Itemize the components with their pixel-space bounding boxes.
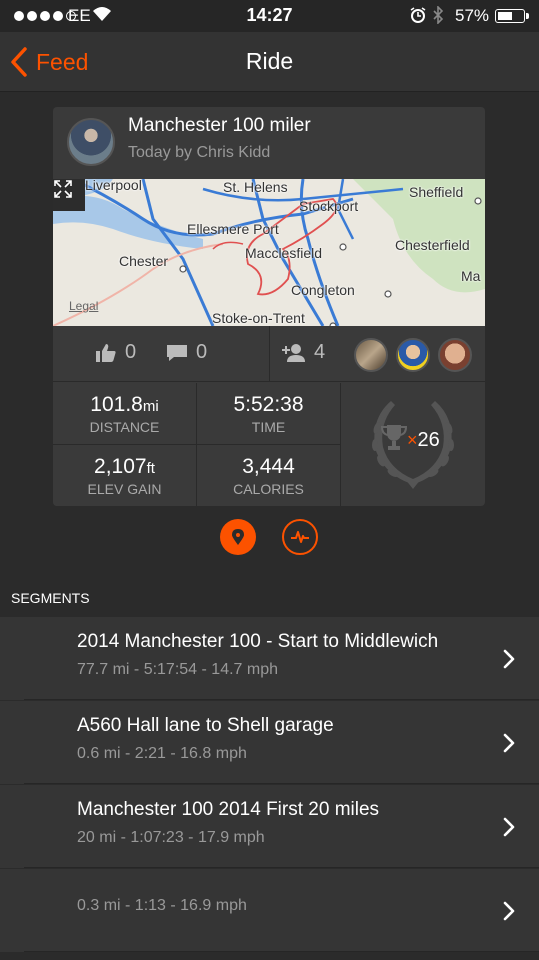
- map-label-stockport: Stockport: [299, 198, 359, 214]
- trophy-icon: [381, 425, 407, 450]
- calories-value: 3,444: [242, 455, 295, 478]
- map-label-congleton: Congleton: [291, 282, 355, 298]
- achievement-count-value: 26: [417, 429, 440, 451]
- athlete-avatar[interactable]: [438, 338, 472, 372]
- map-label-ma: Ma: [461, 268, 481, 284]
- segment-name: Manchester 100 2014 First 20 miles: [77, 799, 380, 820]
- activity-header[interactable]: Manchester 100 miler Today by Chris Kidd: [53, 107, 485, 179]
- time-label: TIME: [251, 419, 286, 435]
- elev-value: 2,107: [94, 455, 147, 478]
- athlete-avatar[interactable]: [396, 338, 430, 372]
- map-label-st-helens: St. Helens: [223, 179, 288, 195]
- segment-row[interactable]: Manchester 100 2014 First 20 miles 20 mi…: [0, 785, 539, 868]
- battery-icon: [495, 9, 529, 23]
- route-map[interactable]: Liverpool St. Helens Sheffield Stockport…: [53, 179, 485, 326]
- stat-time: 5:52:38 TIME: [197, 383, 340, 444]
- chevron-right-icon: [503, 817, 515, 837]
- map-label-ellesmere-port: Ellesmere Port: [187, 221, 279, 237]
- status-bar: EE 14:27 57%: [0, 0, 539, 32]
- avatar[interactable]: [67, 118, 115, 166]
- calories-label: CALORIES: [233, 481, 304, 497]
- segments-tab-button[interactable]: [220, 519, 256, 555]
- elev-label: ELEV GAIN: [87, 481, 162, 497]
- map-label-liverpool: Liverpool: [85, 179, 142, 193]
- alarm-icon: [410, 7, 426, 28]
- stats-grid: 101.8mi DISTANCE 5:52:38 TIME 2,107ft EL…: [53, 383, 485, 506]
- achievement-count: ×26: [407, 429, 440, 452]
- battery-percent: 57%: [455, 6, 490, 25]
- athletes-count: 4: [314, 341, 326, 363]
- bluetooth-icon: [432, 5, 444, 29]
- heart-rate-icon: [291, 531, 309, 543]
- achievement-multiplier: ×: [407, 430, 418, 450]
- stat-elev-gain: 2,107ft ELEV GAIN: [53, 445, 196, 506]
- elev-unit: ft: [146, 460, 155, 477]
- map-label-chester: Chester: [119, 253, 169, 269]
- segment-meta: 0.6 mi - 2:21 - 16.8 mph: [77, 745, 247, 762]
- comments-button[interactable]: 0: [166, 341, 207, 364]
- thumbs-up-icon: [96, 343, 116, 362]
- distance-unit: mi: [142, 398, 159, 415]
- expand-icon: [54, 180, 72, 198]
- row-separator: [24, 783, 539, 784]
- chevron-right-icon: [503, 649, 515, 669]
- row-separator: [24, 699, 539, 700]
- chevron-right-icon: [503, 733, 515, 753]
- expand-map-button[interactable]: [53, 179, 85, 211]
- map-label-chesterfield: Chesterfield: [395, 237, 470, 253]
- activity-card: Manchester 100 miler Today by Chris Kidd…: [53, 107, 485, 506]
- achievements-button[interactable]: ×26: [341, 383, 485, 506]
- segment-meta: 0.3 mi - 1:13 - 16.9 mph: [77, 897, 247, 914]
- social-bar: 0 0 4: [53, 326, 485, 382]
- row-separator: [24, 951, 539, 952]
- add-person-icon: [282, 343, 305, 362]
- map-legal-link[interactable]: Legal: [69, 299, 98, 313]
- nav-bar: Feed Ride: [0, 32, 539, 92]
- page-title: Ride: [245, 48, 294, 74]
- time-value: 5:52:38: [233, 393, 304, 416]
- segment-name: 2014 Manchester 100 - Start to Middlewic…: [77, 631, 439, 652]
- map-pin-icon: [232, 529, 244, 545]
- comments-count: 0: [196, 341, 208, 363]
- chevron-right-icon: [503, 901, 515, 921]
- segment-meta: 77.7 mi - 5:17:54 - 14.7 mph: [77, 661, 278, 678]
- segment-row[interactable]: 0.3 mi - 1:13 - 16.9 mph: [0, 869, 539, 952]
- stat-distance: 101.8mi DISTANCE: [53, 383, 196, 444]
- segment-row[interactable]: A560 Hall lane to Shell garage 0.6 mi - …: [0, 701, 539, 784]
- activity-title: Manchester 100 miler: [128, 115, 311, 136]
- grid-divider: [53, 444, 340, 445]
- kudos-count: 0: [125, 341, 137, 363]
- map-label-stoke: Stoke-on-Trent: [212, 310, 305, 326]
- segment-name: A560 Hall lane to Shell garage: [77, 715, 334, 736]
- social-divider: [269, 326, 270, 382]
- athlete-avatar[interactable]: [354, 338, 388, 372]
- stat-calories: 3,444 CALORIES: [197, 445, 340, 506]
- row-separator: [24, 867, 539, 868]
- distance-value: 101.8: [90, 393, 143, 416]
- segment-meta: 20 mi - 1:07:23 - 17.9 mph: [77, 829, 265, 846]
- athletes-button[interactable]: 4: [282, 341, 325, 364]
- analysis-tab-button[interactable]: [282, 519, 318, 555]
- kudos-button[interactable]: 0: [95, 341, 136, 364]
- map-label-macclesfield: Macclesfield: [245, 245, 323, 261]
- segment-row[interactable]: 2014 Manchester 100 - Start to Middlewic…: [0, 617, 539, 700]
- distance-label: DISTANCE: [89, 419, 160, 435]
- comment-icon: [167, 344, 187, 361]
- segments-header: SEGMENTS: [11, 590, 90, 606]
- activity-subtitle: Today by Chris Kidd: [128, 144, 271, 161]
- map-label-sheffield: Sheffield: [409, 184, 464, 200]
